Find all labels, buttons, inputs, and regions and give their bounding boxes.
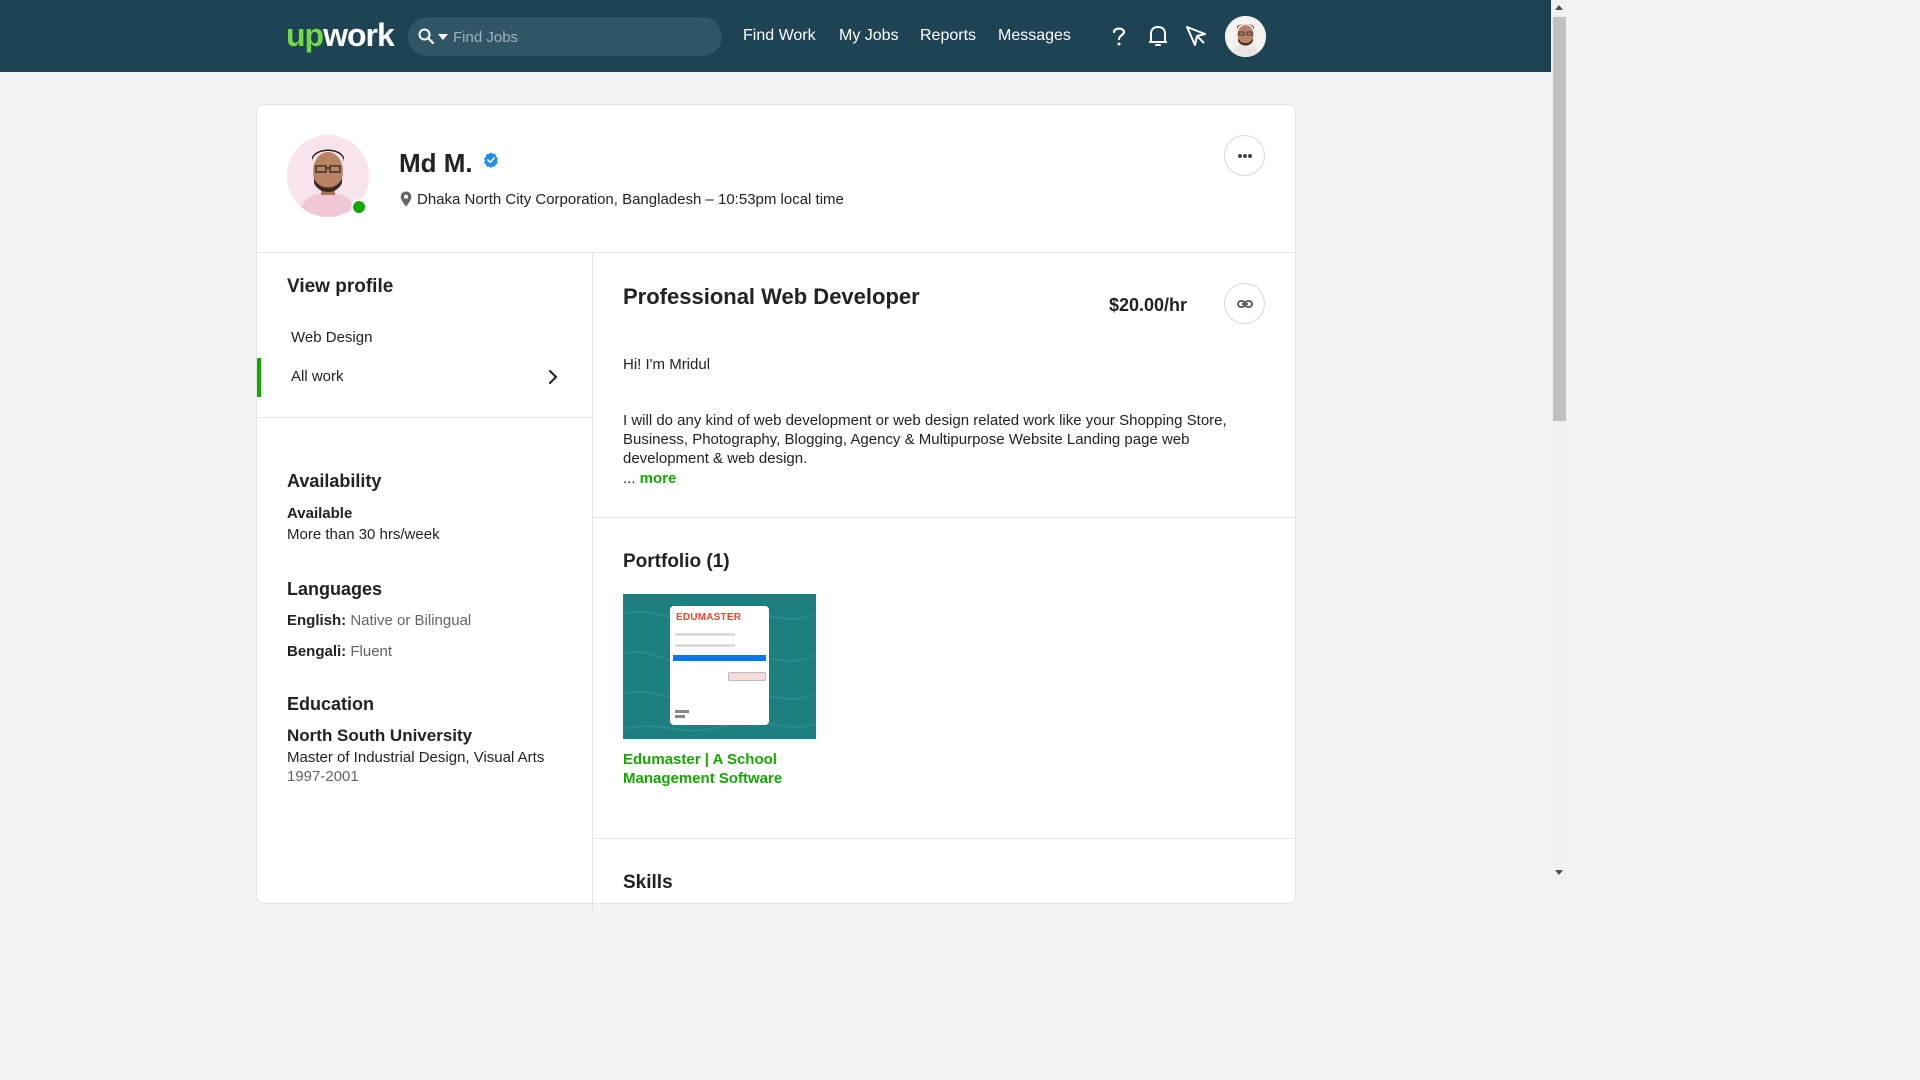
- education-title: Education: [287, 694, 375, 714]
- user-avatar[interactable]: [1225, 16, 1266, 57]
- help-icon[interactable]: [1107, 24, 1131, 48]
- direct-contracts-icon[interactable]: [1184, 24, 1208, 48]
- thumbnail-field: [675, 710, 689, 713]
- profile-location: Dhaka North City Corporation, Bangladesh…: [417, 191, 844, 208]
- portfolio-title: Portfolio (1): [623, 551, 730, 572]
- search-input[interactable]: [453, 25, 703, 49]
- thumbnail-field: [675, 633, 735, 636]
- nav-my-jobs[interactable]: My Jobs: [839, 26, 899, 46]
- portfolio-thumbnail[interactable]: EDUMASTER: [623, 594, 816, 739]
- scroll-down-icon[interactable]: [1555, 870, 1563, 875]
- main-divider: [593, 517, 1296, 518]
- education-school: North South University: [287, 726, 473, 745]
- profile-name: Md M.: [399, 148, 473, 178]
- location-pin-icon: [400, 191, 412, 207]
- avatar-photo-icon: [1225, 16, 1266, 57]
- online-status-dot: [351, 199, 367, 215]
- profile-headline: Professional Web Developer: [623, 284, 920, 309]
- language-item: Bengali: Fluent: [287, 642, 392, 662]
- language-name: English:: [287, 612, 347, 629]
- languages-title: Languages: [287, 579, 383, 599]
- link-icon: [1237, 300, 1253, 308]
- thumbnail-pill: [728, 672, 766, 681]
- more-options-button[interactable]: [1224, 135, 1265, 176]
- sidebar-item-all-work[interactable]: All work: [291, 367, 344, 387]
- overview-text: I will do any kind of web development or…: [623, 412, 1227, 467]
- education-degree: Master of Industrial Design, Visual Arts: [287, 749, 545, 766]
- thumbnail-field: [675, 715, 685, 718]
- page-scrollbar[interactable]: [1551, 0, 1568, 882]
- availability-hours: More than 30 hrs/week: [287, 526, 440, 543]
- thumbnail-logo: EDUMASTER: [676, 612, 742, 623]
- ellipsis: ...: [623, 470, 640, 487]
- thumbnail-field: [675, 644, 735, 647]
- view-profile-title: View profile: [287, 276, 394, 297]
- more-dots-icon: [1238, 154, 1242, 158]
- sidebar-item-web-design[interactable]: Web Design: [291, 328, 372, 348]
- scroll-thumb[interactable]: [1553, 17, 1566, 421]
- thumbnail-login-card: EDUMASTER: [670, 606, 769, 725]
- scroll-up-icon[interactable]: [1555, 5, 1563, 10]
- nav-reports[interactable]: Reports: [920, 26, 976, 46]
- logo-work: work: [323, 17, 395, 53]
- nav-messages[interactable]: Messages: [998, 26, 1071, 46]
- language-level: Native or Bilingual: [350, 612, 472, 629]
- education-years: 1997-2001: [287, 768, 359, 785]
- thumbnail-button: [673, 655, 766, 661]
- copy-link-button[interactable]: [1224, 283, 1265, 324]
- more-dot: [1243, 154, 1247, 158]
- language-item: English: Native or Bilingual: [287, 611, 471, 631]
- verified-badge-icon: [484, 152, 498, 168]
- profile-card: Md M. Dhaka North City Corporation, Bang…: [256, 104, 1296, 913]
- active-item-indicator: [257, 358, 261, 397]
- chevron-right-icon[interactable]: [547, 370, 559, 384]
- more-link[interactable]: more: [640, 470, 677, 487]
- portfolio-item-title[interactable]: Edumaster | A School Management Software: [623, 750, 823, 788]
- availability-status: Available: [287, 505, 353, 522]
- notifications-icon[interactable]: [1146, 24, 1170, 48]
- skills-title: Skills: [623, 872, 673, 893]
- header-divider: [257, 252, 1295, 253]
- search-type-dropdown[interactable]: [438, 34, 448, 40]
- logo-up: up: [286, 17, 324, 53]
- nav-find-work[interactable]: Find Work: [743, 26, 816, 46]
- hourly-rate: $20.00/hr: [1109, 295, 1188, 315]
- main-divider: [593, 838, 1296, 839]
- overview-more: ... more: [623, 469, 676, 488]
- overview-greeting: Hi! I'm Mridul: [623, 356, 711, 373]
- top-nav: upwork Find Work My Jobs Reports Message…: [0, 0, 1551, 72]
- availability-title: Availability: [287, 471, 382, 491]
- more-dot: [1248, 154, 1252, 158]
- language-level: Fluent: [350, 643, 393, 660]
- column-divider: [592, 253, 593, 913]
- language-name: Bengali:: [287, 643, 347, 660]
- search-bar: [408, 17, 722, 56]
- search-icon[interactable]: [418, 28, 434, 44]
- upwork-logo[interactable]: upwork: [286, 16, 395, 54]
- sidebar-divider: [257, 417, 592, 418]
